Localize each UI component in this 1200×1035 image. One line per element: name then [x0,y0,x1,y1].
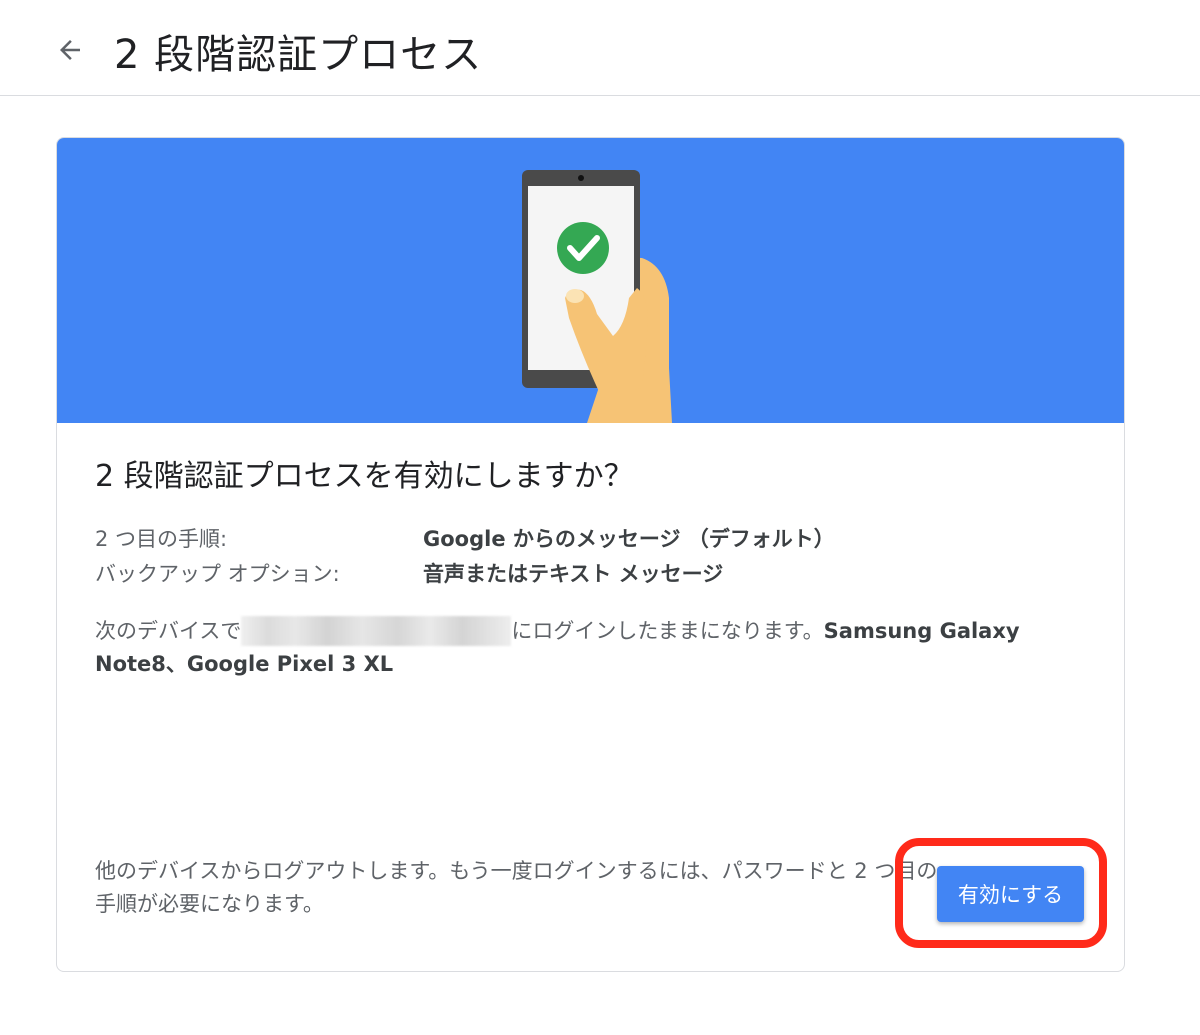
row-backup-option: バックアップ オプション: 音声またはテキスト メッセージ [95,558,723,588]
redacted-email [241,616,512,646]
row-value: Google からのメッセージ （デフォルト） [423,527,835,551]
arrow-back-icon [55,35,85,69]
device-name-1: Samsung Galaxy [823,619,1020,643]
device-middle: にログインしたままになります。 [511,619,824,643]
logout-line-1: 他のデバイスからログアウトします。もう一度ログインするには、パスワードと 2 つ… [95,859,938,883]
dialog-title: 2 段階認証プロセスを有効にしますか？ [95,459,634,494]
phone-hand-illustration [522,170,672,423]
page-header: 2 段階認証プロセス [0,0,1200,96]
row-label: バックアップ オプション: [95,562,340,586]
page-title: 2 段階認証プロセス [114,32,483,78]
confirm-card: 2 段階認証プロセスを有効にしますか？ 2 つ目の手順: Google からのメッ… [56,137,1125,972]
row-label: 2 つ目の手順: [95,527,228,551]
row-value: 音声またはテキスト メッセージ [423,562,724,586]
enable-button[interactable]: 有効にする [937,866,1084,922]
illustration-banner [57,138,1124,423]
row-second-step: 2 つ目の手順: Google からのメッセージ （デフォルト） [95,523,835,553]
logout-line-2: 手順が必要になります。 [95,892,324,916]
device-name-2: Note8、Google Pixel 3 XL [95,652,394,676]
device-prefix: 次のデバイスで [95,619,242,643]
device-paragraph: 次のデバイスで にログインしたままになります。Samsung Galaxy Not… [95,615,1085,681]
back-button[interactable] [50,32,90,72]
